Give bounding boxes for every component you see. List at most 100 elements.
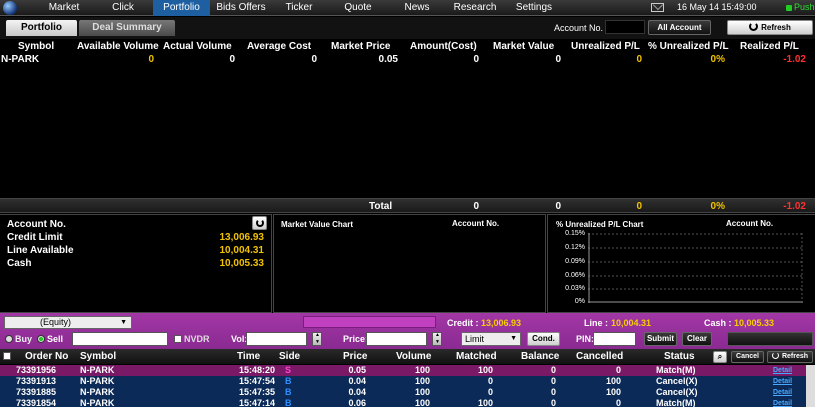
nvdr-checkbox[interactable] xyxy=(174,335,182,343)
col-matched[interactable]: Matched xyxy=(456,351,497,362)
total-label: Total xyxy=(369,201,393,212)
order-time: 15:47:35 xyxy=(239,387,276,397)
col-average-cost[interactable]: Average Cost xyxy=(247,41,311,52)
line-available-value: 10,004.31 xyxy=(219,245,265,256)
order-balance: 0 xyxy=(550,365,556,375)
nav-news[interactable]: News xyxy=(389,0,445,16)
cell-actual-volume: 0 xyxy=(229,54,235,65)
credit-limit-label: Credit Limit xyxy=(7,232,63,243)
orders-scrollbar[interactable] xyxy=(806,365,815,407)
order-symbol: N-PARK xyxy=(80,398,115,407)
market-value-account-label: Account No. xyxy=(452,219,500,228)
col-side[interactable]: Side xyxy=(279,351,300,362)
cell-realized-pl: -1.02 xyxy=(783,54,806,65)
cond-button[interactable]: Cond. xyxy=(527,332,560,346)
refresh-button[interactable]: Refresh xyxy=(727,20,813,35)
cell-available-volume: 0 xyxy=(148,54,154,65)
nav-settings[interactable]: Settings xyxy=(505,0,563,16)
cash-label: Cash xyxy=(7,258,32,269)
order-type-label: Limit xyxy=(465,334,485,344)
app-logo-icon xyxy=(3,1,17,15)
col-order-symbol[interactable]: Symbol xyxy=(80,351,116,362)
volume-stepper[interactable] xyxy=(312,332,322,346)
equity-label: (Equity) xyxy=(40,317,72,327)
cell-unrealized-pl: 0 xyxy=(636,54,642,65)
tab-portfolio[interactable]: Portfolio xyxy=(6,20,77,36)
mail-icon[interactable] xyxy=(651,3,664,12)
nvdr-label: NVDR xyxy=(184,334,210,344)
col-time[interactable]: Time xyxy=(237,351,260,362)
col-price[interactable]: Price xyxy=(343,351,367,362)
total-unrealized: 0 xyxy=(636,201,642,212)
order-no: 73391854 xyxy=(16,398,57,407)
cell-average-cost: 0 xyxy=(311,54,317,65)
info-refresh-button[interactable] xyxy=(252,216,267,230)
col-amount-cost[interactable]: Amount(Cost) xyxy=(410,41,477,52)
order-status: Cancel(X) xyxy=(656,387,698,397)
sell-label: Sell xyxy=(47,334,64,344)
order-detail-link[interactable]: Detail xyxy=(773,376,792,387)
ytick-1: 0.12% xyxy=(565,244,585,251)
col-market-price[interactable]: Market Price xyxy=(331,41,390,52)
order-detail-link[interactable]: Detail xyxy=(773,365,792,376)
search-button[interactable]: ⌕ xyxy=(713,351,727,363)
nav-ticker[interactable]: Ticker xyxy=(272,0,326,16)
sell-radio[interactable] xyxy=(37,335,45,343)
equity-select[interactable]: (Equity) ▼ xyxy=(4,316,132,329)
col-symbol[interactable]: Symbol xyxy=(18,41,54,52)
pin-input[interactable] xyxy=(593,332,636,346)
unrealized-chart-title: % Unrealized P/L Chart xyxy=(556,220,644,229)
all-account-button[interactable]: All Account xyxy=(648,20,711,35)
cell-amount-cost: 0 xyxy=(473,54,479,65)
col-available-volume[interactable]: Available Volume xyxy=(77,41,159,52)
col-market-value[interactable]: Market Value xyxy=(493,41,554,52)
nav-quote[interactable]: Quote xyxy=(327,0,389,16)
col-realized-pl[interactable]: Realized P/L xyxy=(740,41,799,52)
submit-button[interactable]: Submit xyxy=(644,332,677,346)
volume-input[interactable] xyxy=(246,332,307,346)
col-actual-volume[interactable]: Actual Volume xyxy=(163,41,232,52)
order-price: 0.05 xyxy=(348,365,366,375)
order-price: 0.04 xyxy=(348,387,366,397)
col-status[interactable]: Status xyxy=(664,351,695,362)
ytick-4: 0.03% xyxy=(565,285,585,292)
credit-strip-label: Credit : xyxy=(447,318,479,328)
ytick-2: 0.09% xyxy=(565,258,585,265)
order-row[interactable]: 73391913 N-PARK 15:47:54 B 0.04 100 0 0 … xyxy=(0,376,815,387)
orders-select-all-checkbox[interactable] xyxy=(3,352,11,360)
order-row[interactable]: 73391854 N-PARK 15:47:14 B 0.06 100 100 … xyxy=(0,398,815,407)
clear-button[interactable]: Clear xyxy=(682,332,712,346)
col-balance[interactable]: Balance xyxy=(521,351,559,362)
order-detail-link[interactable]: Detail xyxy=(773,387,792,398)
order-cancelled: 0 xyxy=(615,398,621,407)
nav-click[interactable]: Click xyxy=(94,0,152,16)
order-message-box xyxy=(727,332,813,346)
order-no: 73391913 xyxy=(16,376,57,386)
stock-name-display xyxy=(303,316,436,328)
nav-portfolio[interactable]: Portfolio xyxy=(153,0,210,16)
col-unrealized-pl[interactable]: Unrealized P/L xyxy=(571,41,640,52)
order-type-select[interactable]: Limit ▼ xyxy=(461,332,521,346)
col-volume[interactable]: Volume xyxy=(396,351,431,362)
refresh-orders-button[interactable]: Refresh xyxy=(767,351,813,363)
order-status: Match(M) xyxy=(656,365,696,375)
price-stepper[interactable] xyxy=(432,332,442,346)
account-select[interactable] xyxy=(605,20,645,34)
symbol-input[interactable] xyxy=(72,332,168,346)
buy-radio[interactable] xyxy=(5,335,13,343)
col-unrealized-pct[interactable]: % Unrealized P/L xyxy=(648,41,729,52)
order-detail-link[interactable]: Detail xyxy=(773,398,792,407)
order-row[interactable]: 73391885 N-PARK 15:47:35 B 0.04 100 0 0 … xyxy=(0,387,815,398)
order-status: Cancel(X) xyxy=(656,376,698,386)
total-unrealized-pct: 0% xyxy=(710,201,725,212)
tab-deal-summary[interactable]: Deal Summary xyxy=(79,20,175,36)
price-input[interactable] xyxy=(366,332,427,346)
nav-research[interactable]: Research xyxy=(445,0,505,16)
order-balance: 0 xyxy=(550,398,556,407)
cancel-orders-button[interactable]: Cancel xyxy=(731,351,764,363)
col-order-no[interactable]: Order No xyxy=(25,351,68,362)
nav-bids-offers[interactable]: Bids Offers xyxy=(210,0,272,16)
col-cancelled[interactable]: Cancelled xyxy=(576,351,623,362)
order-row[interactable]: 73391956 N-PARK 15:48:20 S 0.05 100 100 … xyxy=(0,365,815,376)
nav-market[interactable]: Market xyxy=(34,0,94,16)
